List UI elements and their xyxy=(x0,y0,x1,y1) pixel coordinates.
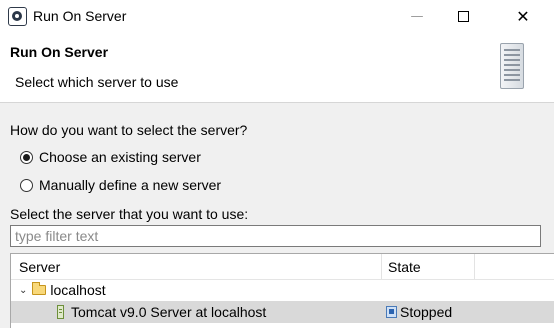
column-divider[interactable] xyxy=(381,254,382,279)
dialog-body: How do you want to select the server? Ch… xyxy=(0,103,554,328)
table-row[interactable]: Tomcat v9.0 Server at localhost Stopped xyxy=(11,301,554,323)
chevron-down-icon[interactable]: ⌄ xyxy=(19,285,27,296)
window-title: Run On Server xyxy=(33,8,127,24)
radio-existing-server-label[interactable]: Choose an existing server xyxy=(39,149,201,165)
stopped-state-icon xyxy=(386,306,397,318)
tree-node-content: ⌄ localhost xyxy=(19,282,106,298)
maximize-icon xyxy=(457,10,469,22)
column-header-server[interactable]: Server xyxy=(19,259,60,275)
radio-unchecked-icon[interactable] xyxy=(20,178,33,192)
close-button[interactable]: ✕ xyxy=(500,0,546,33)
page-subtitle: Select which server to use xyxy=(15,74,179,90)
minimize-button[interactable]: — xyxy=(394,0,440,33)
server-icon xyxy=(500,43,524,89)
selection-question: How do you want to select the server? xyxy=(10,122,248,138)
server-state-cell: Stopped xyxy=(386,304,452,320)
server-table: Server State ⌄ localhost Tomcat v9.0 Ser… xyxy=(10,253,554,328)
header-banner: Run On Server Select which server to use xyxy=(0,33,554,103)
table-header: Server State xyxy=(11,254,554,280)
server-name-cell: Tomcat v9.0 Server at localhost xyxy=(57,304,266,320)
column-divider[interactable] xyxy=(474,254,475,279)
server-list-label: Select the server that you want to use: xyxy=(10,206,249,222)
title-bar: Run On Server — ✕ xyxy=(0,0,554,33)
radio-manual-server[interactable]: Manually define a new server xyxy=(20,177,221,193)
radio-manual-server-label[interactable]: Manually define a new server xyxy=(39,177,221,193)
radio-checked-icon[interactable] xyxy=(20,150,33,164)
tree-node-localhost[interactable]: ⌄ localhost xyxy=(11,279,554,301)
maximize-button[interactable] xyxy=(440,0,486,33)
server-state: Stopped xyxy=(400,304,453,320)
column-header-state[interactable]: State xyxy=(388,259,421,275)
server-name: Tomcat v9.0 Server at localhost xyxy=(71,304,267,320)
tomcat-server-icon xyxy=(57,305,64,319)
page-title: Run On Server xyxy=(10,44,109,60)
filter-input[interactable] xyxy=(10,225,541,247)
run-on-server-dialog: Run On Server — ✕ Run On Server Select w… xyxy=(0,0,554,328)
radio-existing-server[interactable]: Choose an existing server xyxy=(20,149,201,165)
tree-node-label: localhost xyxy=(50,282,106,298)
eclipse-app-icon xyxy=(8,7,27,26)
folder-icon xyxy=(32,282,47,295)
